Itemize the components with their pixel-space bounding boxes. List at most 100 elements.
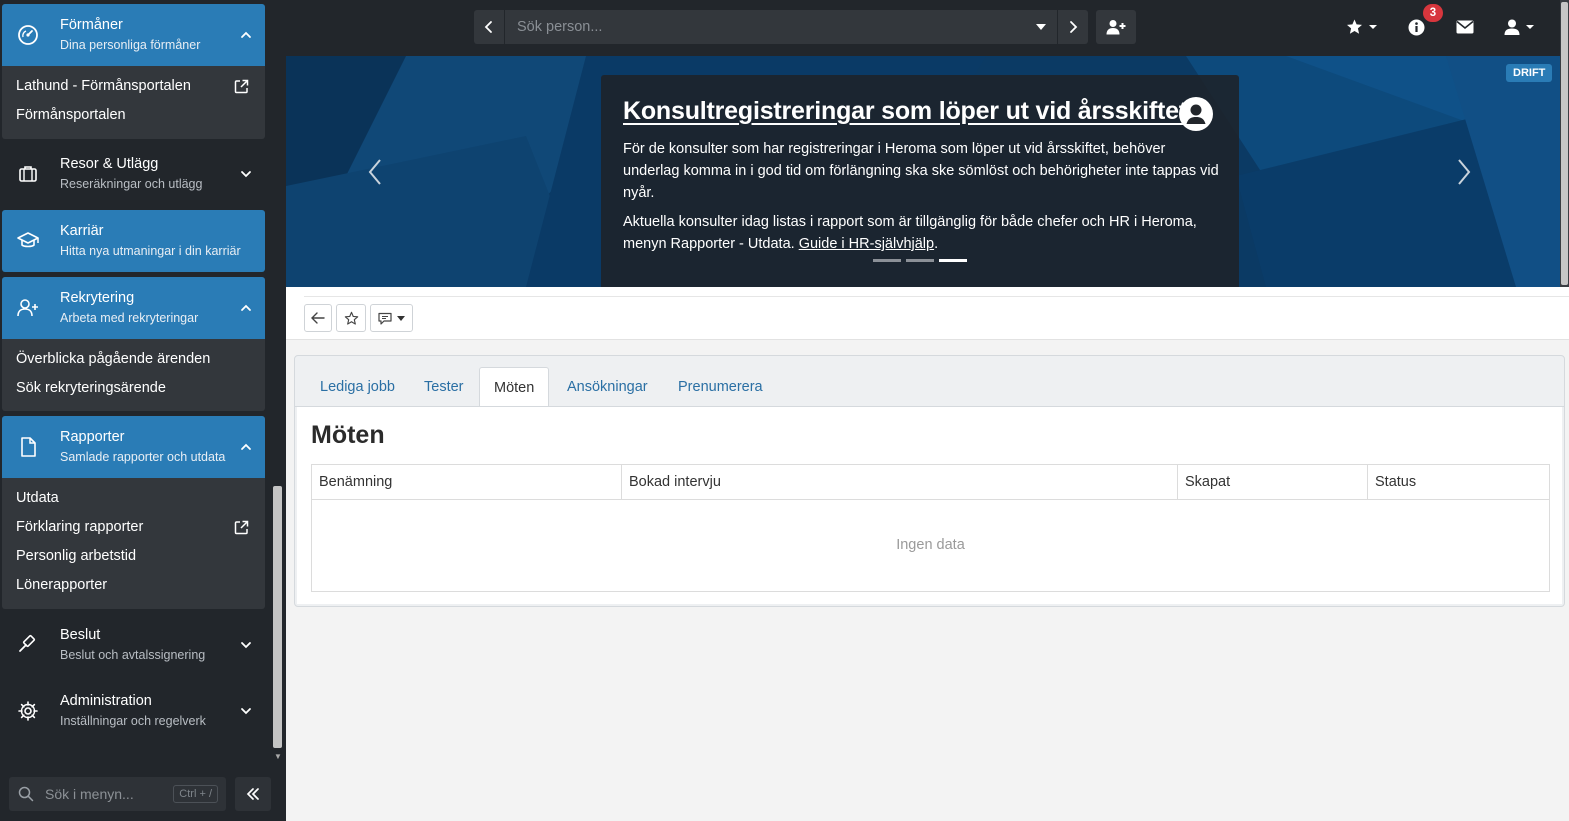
carousel-indicator-active[interactable] xyxy=(939,259,967,262)
menu-search-input[interactable] xyxy=(45,777,175,811)
info-circle-icon xyxy=(1408,19,1425,36)
announcement-carousel: DRIFT Konsultregistreringar som löper ut… xyxy=(286,56,1560,287)
chevron-down-icon xyxy=(239,167,253,181)
shortcut-hint: Ctrl + / xyxy=(173,785,218,803)
notifications-button[interactable] xyxy=(1408,16,1425,38)
page-scrollbar[interactable] xyxy=(1560,0,1569,287)
menu-section-formaner-header[interactable]: Förmåner Dina personliga förmåner xyxy=(2,4,265,66)
star-icon xyxy=(1346,19,1363,35)
menu-item-overblicka-arenden[interactable]: Överblicka pågående ärenden xyxy=(2,345,265,374)
user-icon xyxy=(1504,19,1520,35)
carousel-indicator[interactable] xyxy=(906,259,934,262)
column-header-benamning[interactable]: Benämning xyxy=(312,465,622,500)
user-plus-icon xyxy=(16,296,40,320)
envelope-icon xyxy=(1456,20,1474,34)
notification-count-badge: 3 xyxy=(1423,4,1443,22)
menu-search: Ctrl + / xyxy=(9,777,226,811)
menu-section-subtitle: Hitta nya utmaningar i din karriär xyxy=(60,244,241,258)
tab-bar: Lediga jobb Tester Möten Ansökningar Pre… xyxy=(295,356,1564,407)
page-toolbar xyxy=(286,287,1569,340)
tab-content: Möten Benämning Bokad intervju Skapat St… xyxy=(297,407,1562,604)
caret-down-icon xyxy=(1526,25,1534,29)
gear-icon xyxy=(16,699,40,723)
chevron-left-icon xyxy=(484,20,494,34)
carousel-previous-button[interactable] xyxy=(366,156,386,188)
comment-icon xyxy=(378,312,392,325)
tab-prenumerera[interactable]: Prenumerera xyxy=(664,367,777,407)
top-bar: 3 xyxy=(286,0,1569,56)
tab-moten[interactable]: Möten xyxy=(479,367,550,407)
menu-item-label: Sök rekryteringsärende xyxy=(16,380,166,396)
announcement-text-suffix: . xyxy=(934,236,939,252)
guide-link[interactable]: Guide i HR-självhjälp xyxy=(799,236,934,252)
menu-section-rekrytering-header[interactable]: Rekrytering Arbeta med rekryteringar xyxy=(2,277,265,339)
suitcase-icon xyxy=(16,162,40,186)
announcement-paragraph: Aktuella konsulter idag listas i rapport… xyxy=(623,211,1223,255)
collapse-sidebar-button[interactable] xyxy=(235,777,271,811)
carousel-next-button[interactable] xyxy=(1453,156,1473,188)
tab-ansokningar[interactable]: Ansökningar xyxy=(553,367,662,407)
column-header-bokad-intervju[interactable]: Bokad intervju xyxy=(622,465,1178,500)
carousel-indicators xyxy=(873,259,967,262)
menu-item-label: Förklaring rapporter xyxy=(16,519,144,535)
column-header-status[interactable]: Status xyxy=(1368,465,1549,500)
chevron-down-icon xyxy=(239,704,253,718)
sidebar: Förmåner Dina personliga förmåner Lathun… xyxy=(0,0,286,821)
scroll-down-arrow-icon[interactable]: ▼ xyxy=(274,752,282,761)
sidebar-scrollbar[interactable] xyxy=(273,486,282,748)
menu-section-beslut-header[interactable]: Beslut Beslut och avtalssignering xyxy=(2,614,265,676)
user-menu-button[interactable] xyxy=(1504,16,1534,38)
announcement-title[interactable]: Konsultregistreringar som löper ut vid å… xyxy=(623,97,1187,126)
chevron-up-icon xyxy=(239,301,253,315)
carousel-indicator[interactable] xyxy=(873,259,901,262)
menu-section-karriar-header[interactable]: Karriär Hitta nya utmaningar i din karri… xyxy=(2,210,265,272)
page-title: Möten xyxy=(311,421,385,449)
menu-section-karriar: Karriär Hitta nya utmaningar i din karri… xyxy=(2,210,265,272)
user-circle-icon xyxy=(1178,96,1214,132)
menu-item-label: Överblicka pågående ärenden xyxy=(16,351,211,367)
graduation-cap-icon xyxy=(16,229,40,253)
menu-item-utdata[interactable]: Utdata xyxy=(2,484,265,513)
person-search-dropdown-button[interactable] xyxy=(1026,10,1056,44)
menu-item-label: Lönerapporter xyxy=(16,577,108,593)
tab-tester[interactable]: Tester xyxy=(410,367,478,407)
next-person-button[interactable] xyxy=(1058,10,1088,44)
chevron-up-icon xyxy=(239,440,253,454)
person-search-bar xyxy=(474,10,1088,44)
arrow-left-icon xyxy=(311,312,325,324)
feedback-menu-button[interactable] xyxy=(370,304,413,332)
menu-item-label: Lathund - Förmånsportalen xyxy=(16,78,191,94)
menu-item-label: Förmånsportalen xyxy=(16,107,126,123)
gauge-icon xyxy=(16,23,40,47)
menu-section-rapporter: Rapporter Samlade rapporter och utdata U… xyxy=(2,416,265,609)
menu-section-administration-header[interactable]: Administration Inställningar och regelve… xyxy=(2,680,265,742)
messages-button[interactable] xyxy=(1456,16,1474,38)
gavel-icon xyxy=(16,633,40,657)
previous-person-button[interactable] xyxy=(474,10,504,44)
announcement-paragraph: För de konsulter som har registreringar … xyxy=(623,141,1219,201)
meetings-table: Benämning Bokad intervju Skapat Status I… xyxy=(311,464,1550,592)
menu-item-formansportalen[interactable]: Förmånsportalen xyxy=(2,101,265,130)
menu-section-resor-header[interactable]: Resor & Utlägg Reseräkningar och utlägg xyxy=(2,143,265,205)
column-header-skapat[interactable]: Skapat xyxy=(1178,465,1368,500)
star-outline-icon xyxy=(344,311,359,326)
tab-lediga-jobb[interactable]: Lediga jobb xyxy=(306,367,409,407)
announcement-card: Konsultregistreringar som löper ut vid å… xyxy=(601,75,1239,287)
menu-section-title: Administration xyxy=(60,693,152,709)
menu-section-rapporter-header[interactable]: Rapporter Samlade rapporter och utdata xyxy=(2,416,265,478)
menu-item-personlig-arbetstid[interactable]: Personlig arbetstid xyxy=(2,542,265,571)
menu-item-lathund-formansportalen[interactable]: Lathund - Förmånsportalen xyxy=(2,72,265,101)
chevron-down-icon xyxy=(239,638,253,652)
back-button[interactable] xyxy=(304,304,332,332)
menu-item-sok-rekryteringsarende[interactable]: Sök rekryteringsärende xyxy=(2,374,265,403)
user-plus-icon xyxy=(1106,19,1126,35)
menu-section-rekrytering: Rekrytering Arbeta med rekryteringar Öve… xyxy=(2,277,265,411)
favorite-button[interactable] xyxy=(336,304,366,332)
menu-item-forklaring-rapporter[interactable]: Förklaring rapporter xyxy=(2,513,265,542)
environment-badge: DRIFT xyxy=(1506,64,1553,82)
person-search-input[interactable] xyxy=(505,10,1025,44)
menu-item-lonerapporter[interactable]: Lönerapporter xyxy=(2,571,265,600)
table-header: Benämning Bokad intervju Skapat Status xyxy=(312,465,1549,500)
favorites-menu-button[interactable] xyxy=(1346,16,1377,38)
add-person-button[interactable] xyxy=(1096,10,1136,44)
